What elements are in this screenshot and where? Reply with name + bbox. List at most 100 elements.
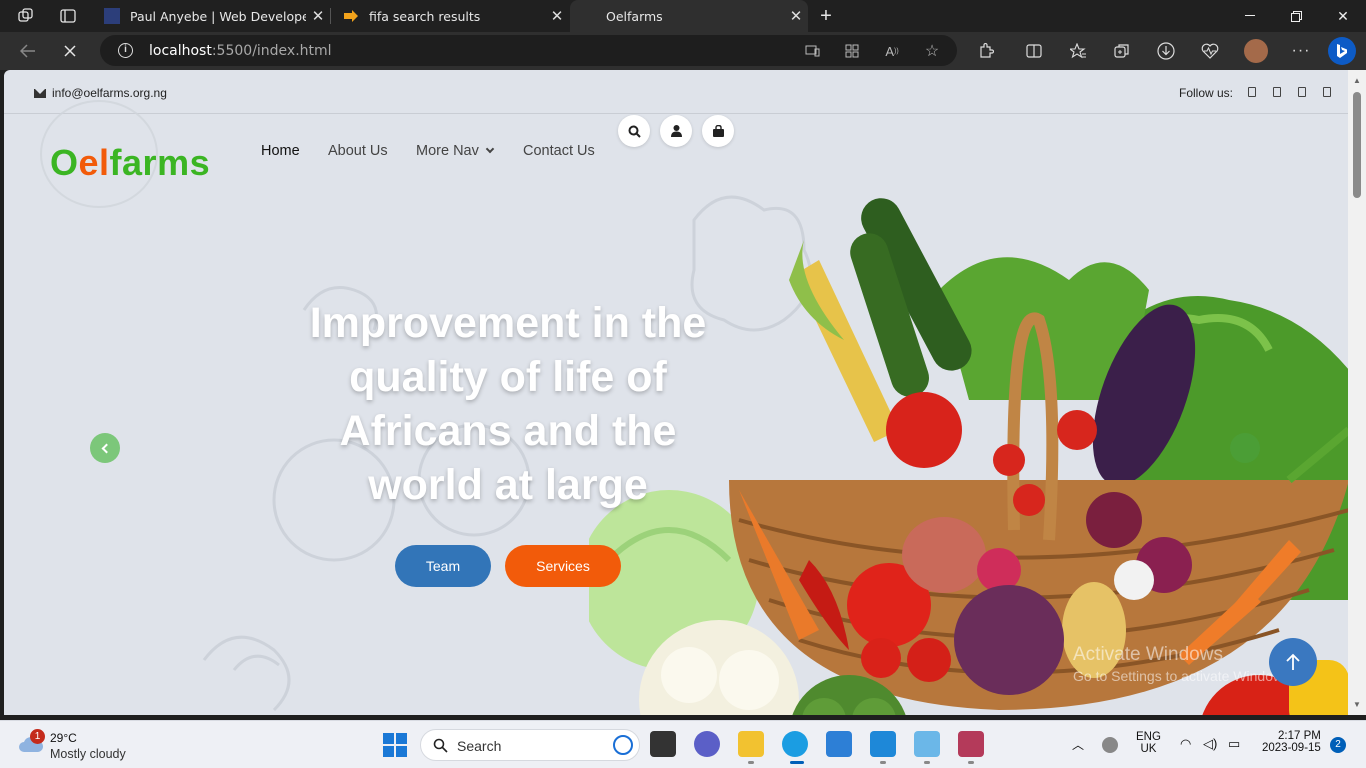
keyboard-layout: UK [1140,743,1157,755]
language-indicator[interactable]: ENG UK [1136,731,1161,755]
top-contact-strip: info@oelfarms.org.ng Follow us: [4,70,1348,114]
browser-tab-strip: Paul Anyebe | Web Developer ✕ fifa searc… [0,0,1366,32]
bing-search-icon [613,735,633,755]
search-label: Search [457,738,502,754]
scroll-to-top-button[interactable] [1269,638,1317,686]
logo-letter-o: O [50,142,79,183]
watermark-line-1: Activate Windows [1073,644,1223,665]
weather-alert-badge: 1 [30,729,45,744]
url-path: :5500/index.html [211,43,332,59]
show-hidden-icons[interactable]: ︿ [1072,736,1084,753]
microsoft-store-icon[interactable] [826,731,852,757]
tab-favicon [104,8,120,24]
volume-icon[interactable]: ◁) [1203,736,1217,752]
edge-browser-icon[interactable] [782,731,808,757]
bing-copilot-icon[interactable] [1328,37,1356,65]
user-icon [670,125,682,137]
stop-loading-icon[interactable] [56,38,84,64]
restore-icon[interactable] [1273,0,1319,32]
tab-title: fifa search results [369,8,481,24]
scroll-up-icon[interactable]: ▲ [1353,76,1361,85]
back-arrow-icon[interactable] [14,38,42,64]
more-options-icon[interactable]: ··· [1290,40,1312,62]
carousel-next-button[interactable] [1230,433,1260,463]
page-viewport: info@oelfarms.org.ng Follow us: Oelfarms… [4,70,1348,715]
favorites-icon[interactable] [1067,40,1089,62]
facebook-icon[interactable] [1248,87,1256,97]
carousel-prev-button[interactable] [90,433,120,463]
notification-badge[interactable]: 2 [1330,737,1346,753]
nav-more-nav[interactable]: More Nav [416,143,495,159]
tab-paul-anyebe[interactable]: Paul Anyebe | Web Developer ✕ [92,0,330,32]
file-explorer-icon[interactable] [738,731,764,757]
site-info-icon[interactable]: i [118,43,133,58]
vscode-icon[interactable] [870,731,896,757]
scroll-down-icon[interactable]: ▼ [1353,700,1361,709]
url-text[interactable]: localhost:5500/index.html [149,43,332,59]
wifi-icon[interactable]: ◠ [1180,736,1191,752]
clock-date: 2023-09-15 [1262,742,1321,754]
close-tab-icon[interactable]: ✕ [306,7,330,25]
instagram-icon[interactable] [1298,87,1306,97]
team-button[interactable]: Team [395,545,491,587]
arrow-up-icon [1286,653,1300,670]
search-icon [433,738,448,753]
cart-button[interactable] [702,115,734,147]
split-screen-icon[interactable] [1023,40,1045,62]
running-indicator [924,761,930,764]
task-view-icon[interactable] [650,731,676,757]
email-contact[interactable]: info@oelfarms.org.ng [34,86,167,100]
close-tab-icon[interactable]: ✕ [545,7,569,25]
weather-widget[interactable]: 1 29°C Mostly cloudy [18,729,158,763]
close-tab-icon[interactable]: ✕ [784,7,808,25]
profile-avatar[interactable] [1244,39,1268,63]
running-indicator [968,761,974,764]
jetbrains-icon[interactable] [958,731,984,757]
windows-start-icon[interactable] [383,733,407,757]
linkedin-icon[interactable] [1323,87,1331,97]
search-button[interactable] [618,115,650,147]
site-logo[interactable]: Oelfarms [50,142,210,184]
workspaces-icon[interactable] [15,6,37,26]
network-status-icon[interactable] [1102,737,1118,753]
nav-contact-us[interactable]: Contact Us [523,143,595,159]
favorite-star-icon[interactable]: ☆ [924,43,940,60]
nav-home[interactable]: Home [261,143,300,159]
scrollbar-thumb[interactable] [1353,92,1361,198]
account-button[interactable] [660,115,692,147]
new-tab-icon[interactable]: + [815,5,837,27]
services-button[interactable]: Services [505,545,621,587]
control-panel-icon[interactable] [914,731,940,757]
tab-fifa-search[interactable]: fifa search results ✕ [331,0,569,32]
minimize-icon[interactable] [1227,0,1273,32]
twitter-icon[interactable] [1273,87,1281,97]
clock[interactable]: 2:17 PM 2023-09-15 [1262,730,1321,754]
url-host: localhost [149,43,212,59]
language-code: ENG [1136,731,1161,743]
battery-icon[interactable]: ▭ [1228,736,1240,752]
running-indicator [748,761,754,764]
browser-essentials-icon[interactable] [1199,40,1221,62]
read-aloud-icon[interactable]: A)) [884,43,900,59]
follow-us-label: Follow us: [1179,86,1234,100]
address-bar[interactable]: i localhost:5500/index.html A)) ☆ [100,35,957,66]
nav-about-us[interactable]: About Us [328,143,388,159]
active-indicator [790,761,804,764]
extensions-grid-icon[interactable] [844,43,860,59]
close-window-icon[interactable]: ✕ [1320,0,1366,32]
tab-title: Paul Anyebe | Web Developer [130,8,306,24]
taskbar-search[interactable]: Search [420,729,640,761]
app-available-icon[interactable] [804,43,820,59]
collections-icon[interactable] [1111,40,1133,62]
extensions-icon[interactable] [975,40,997,62]
activate-windows-watermark: Activate Windows Go to Settings to activ… [1073,644,1294,684]
chevron-down-icon [485,144,495,154]
tab-actions-icon[interactable] [57,6,79,26]
downloads-icon[interactable] [1155,40,1177,62]
teams-chat-icon[interactable] [694,731,720,757]
tab-oelfarms[interactable]: Oelfarms ✕ [570,0,808,32]
email-text: info@oelfarms.org.ng [52,86,167,100]
arrow-favicon-icon [343,8,359,24]
page-scrollbar[interactable]: ▲ ▼ [1348,70,1366,715]
watermark-line-2: Go to Settings to activate Windows. [1073,668,1294,684]
